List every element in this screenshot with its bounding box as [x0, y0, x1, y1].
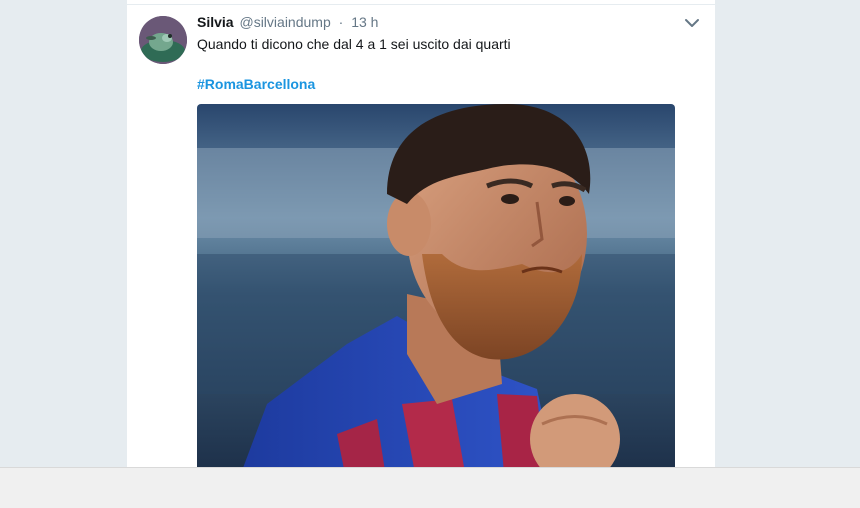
tweet-card: Silvia @silviaindump · 13 h Quando ti di… — [126, 0, 716, 467]
hashtag-link[interactable]: #RomaBarcellona — [197, 76, 315, 92]
tweet-photo[interactable] — [197, 104, 675, 467]
separator-dot: · — [338, 14, 344, 30]
tweet-header: Silvia @silviaindump · 13 h — [197, 14, 378, 30]
timestamp[interactable]: 13 h — [351, 14, 378, 30]
bottom-bar — [0, 467, 860, 508]
user-handle[interactable]: @silviaindump — [239, 14, 330, 30]
display-name[interactable]: Silvia — [197, 14, 234, 30]
divider — [127, 4, 715, 5]
tweet-text: Quando ti dicono che dal 4 a 1 sei uscit… — [197, 36, 511, 52]
avatar[interactable] — [139, 16, 187, 64]
chevron-down-icon[interactable] — [683, 16, 701, 30]
